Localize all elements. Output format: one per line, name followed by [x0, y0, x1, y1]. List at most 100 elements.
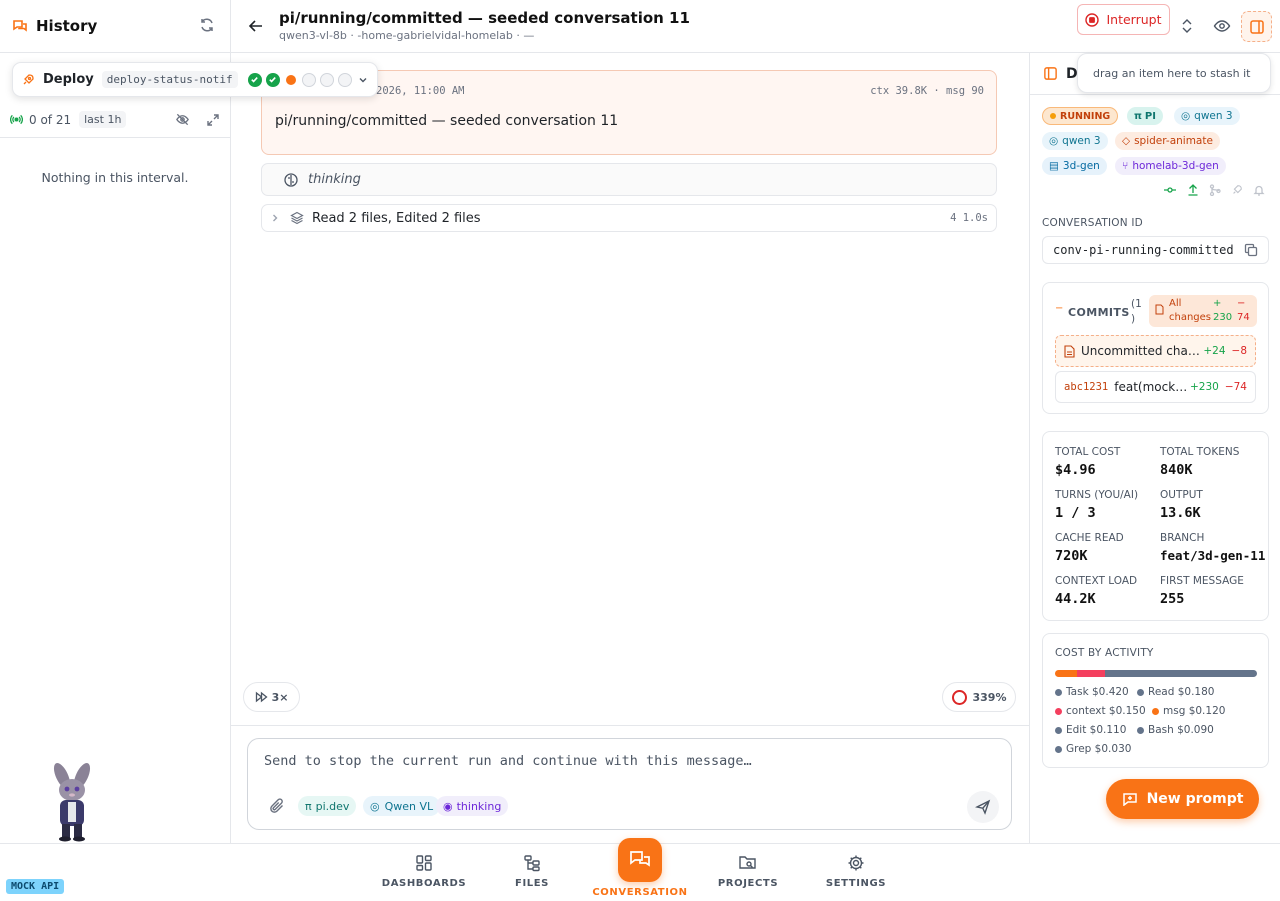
bottom-nav: DASHBOARDS FILES CONVERSATION PROJECTS S… — [0, 838, 1280, 901]
cost-bar-segment — [1077, 670, 1106, 677]
hide-icon[interactable] — [175, 112, 190, 127]
cost-legend-item: Edit $0.110 — [1055, 724, 1126, 736]
stat-value: 720K — [1055, 548, 1088, 564]
step-pending-icon — [337, 72, 352, 87]
stat-output: OUTPUT 13.6K — [1160, 489, 1203, 521]
all-changes-b: changes — [1169, 312, 1212, 323]
step-current-icon — [283, 72, 298, 87]
stat-cache-read: CACHE READ 720K — [1055, 532, 1124, 564]
model-badge: ◎ qwen 3 — [1042, 132, 1108, 150]
stop-icon — [1085, 12, 1100, 27]
mascot-image — [40, 762, 104, 842]
context-usage-label: 339% — [972, 690, 1007, 704]
live-icon — [10, 113, 23, 126]
speed-button[interactable]: 3× — [243, 682, 300, 712]
deploy-steps — [244, 72, 352, 87]
conversation-pane: 2026, 11:00 AM ctx 39.8K · msg 90 pi/run… — [231, 0, 1029, 843]
add-count: 230 — [1213, 312, 1233, 323]
interrupt-label: Interrupt — [1106, 12, 1162, 27]
nav-settings[interactable]: SETTINGS — [823, 844, 889, 901]
files-tree-icon — [524, 855, 540, 872]
chip-thinking[interactable]: ◉ thinking — [436, 796, 509, 816]
brain-icon: ◉ — [443, 799, 453, 813]
mock-api-badge: MOCK API — [6, 879, 65, 894]
chip-label: pi.dev — [315, 799, 350, 813]
stat-value: 840K — [1160, 462, 1193, 478]
commit-row[interactable]: abc1231 feat(mock… +230 −74 — [1055, 371, 1256, 403]
nav-projects[interactable]: PROJECTS — [713, 844, 783, 901]
stat-turns: TURNS (YOU/AI) 1 / 3 — [1055, 489, 1138, 521]
stat-value: 255 — [1160, 591, 1185, 607]
all-changes-a: All — [1169, 298, 1182, 309]
push-icon[interactable] — [1187, 183, 1199, 196]
all-changes-button[interactable]: All changes +230 − 74 — [1149, 295, 1257, 327]
commit-icon[interactable] — [1164, 184, 1176, 196]
history-icon — [12, 18, 28, 34]
provider-label: PI — [1144, 110, 1156, 122]
eye-icon[interactable] — [1213, 18, 1231, 34]
commits-count: (1) — [1131, 297, 1142, 327]
chip-label: thinking — [456, 799, 502, 813]
interrupt-button[interactable]: Interrupt — [1077, 4, 1170, 35]
status-dot-icon — [1050, 113, 1056, 119]
deploy-icon[interactable] — [1231, 184, 1243, 196]
commit-title: Uncommitted cha… — [1081, 344, 1200, 358]
deploy-label: Deploy — [43, 72, 94, 87]
expand-icon[interactable] — [206, 113, 220, 127]
commit-hash: abc1231 — [1064, 381, 1109, 393]
copy-icon[interactable] — [1244, 243, 1258, 257]
message-input[interactable] — [264, 753, 984, 777]
stash-dropzone[interactable]: drag an item here to stash it — [1077, 53, 1271, 93]
context-usage-badge[interactable]: 339% — [942, 682, 1016, 712]
conversation-id-field[interactable]: conv-pi-running-committed — [1042, 236, 1269, 264]
send-button[interactable] — [967, 791, 999, 823]
panel-toggle-icon[interactable] — [1241, 11, 1272, 42]
tool-summary-row[interactable]: Read 2 files, Edited 2 files 4 1.0s — [261, 204, 997, 232]
uncommitted-row[interactable]: Uncommitted cha… +24 −8 — [1055, 335, 1256, 367]
stat-value: 1 / 3 — [1055, 505, 1096, 521]
nav-files[interactable]: FILES — [507, 844, 557, 901]
rocket-icon — [21, 73, 35, 87]
deploy-status-popover[interactable]: Deploy deploy-status-notif — [12, 62, 378, 97]
refresh-icon[interactable] — [198, 16, 218, 36]
nav-conversation[interactable]: CONVERSATION — [590, 838, 690, 901]
legend-label: Grep $0.030 — [1066, 743, 1132, 755]
chevron-right-icon — [270, 213, 282, 223]
stat-label: FIRST MESSAGE — [1160, 575, 1244, 587]
new-prompt-button[interactable]: New prompt — [1106, 779, 1259, 819]
del-sign: − — [1237, 298, 1246, 309]
sort-icon[interactable] — [1180, 18, 1194, 34]
tag-badge: ◇ spider-animate — [1115, 132, 1220, 150]
cost-by-activity-label: COST BY ACTIVITY — [1055, 647, 1154, 659]
step-pending-icon — [301, 72, 316, 87]
thinking-label: thinking — [308, 172, 361, 187]
bell-icon[interactable] — [1253, 184, 1265, 196]
range-chip[interactable]: last 1h — [79, 111, 127, 128]
merge-icon[interactable] — [1209, 184, 1221, 196]
nav-label: FILES — [515, 878, 549, 889]
conversation-id-value: conv-pi-running-committed — [1053, 243, 1234, 257]
chip-pi-dev[interactable]: π pi.dev — [298, 796, 357, 816]
nav-dashboards[interactable]: DASHBOARDS — [382, 844, 466, 901]
chevron-down-icon[interactable] — [357, 74, 369, 86]
commit-additions: +24 — [1203, 345, 1226, 357]
stat-value: 13.6K — [1160, 505, 1201, 521]
cost-bar-segment — [1055, 670, 1078, 677]
pi-icon: π — [1134, 110, 1142, 122]
collapse-icon[interactable]: − — [1055, 303, 1063, 314]
empty-state: Nothing in this interval. — [41, 170, 189, 185]
context-ring-icon — [951, 689, 967, 705]
deploy-tag: deploy-status-notif — [101, 71, 238, 88]
divider — [231, 725, 1029, 726]
thinking-block[interactable]: thinking — [261, 163, 997, 196]
model-label: qwen 3 — [1194, 110, 1233, 122]
stat-branch: BRANCH feat/3d-gen-11 — [1160, 532, 1265, 563]
details-title: D — [1066, 66, 1078, 82]
chip-qwen-vl[interactable]: ◎ Qwen VL — [363, 796, 441, 816]
step-pending-icon — [319, 72, 334, 87]
tag-icon: ◇ — [1122, 135, 1131, 147]
paperclip-icon[interactable] — [268, 797, 286, 815]
history-sidebar: History 0 of 21 last 1h Nothing in this … — [0, 0, 231, 843]
stat-label: OUTPUT — [1160, 489, 1203, 501]
legend-label: Edit $0.110 — [1066, 724, 1127, 736]
